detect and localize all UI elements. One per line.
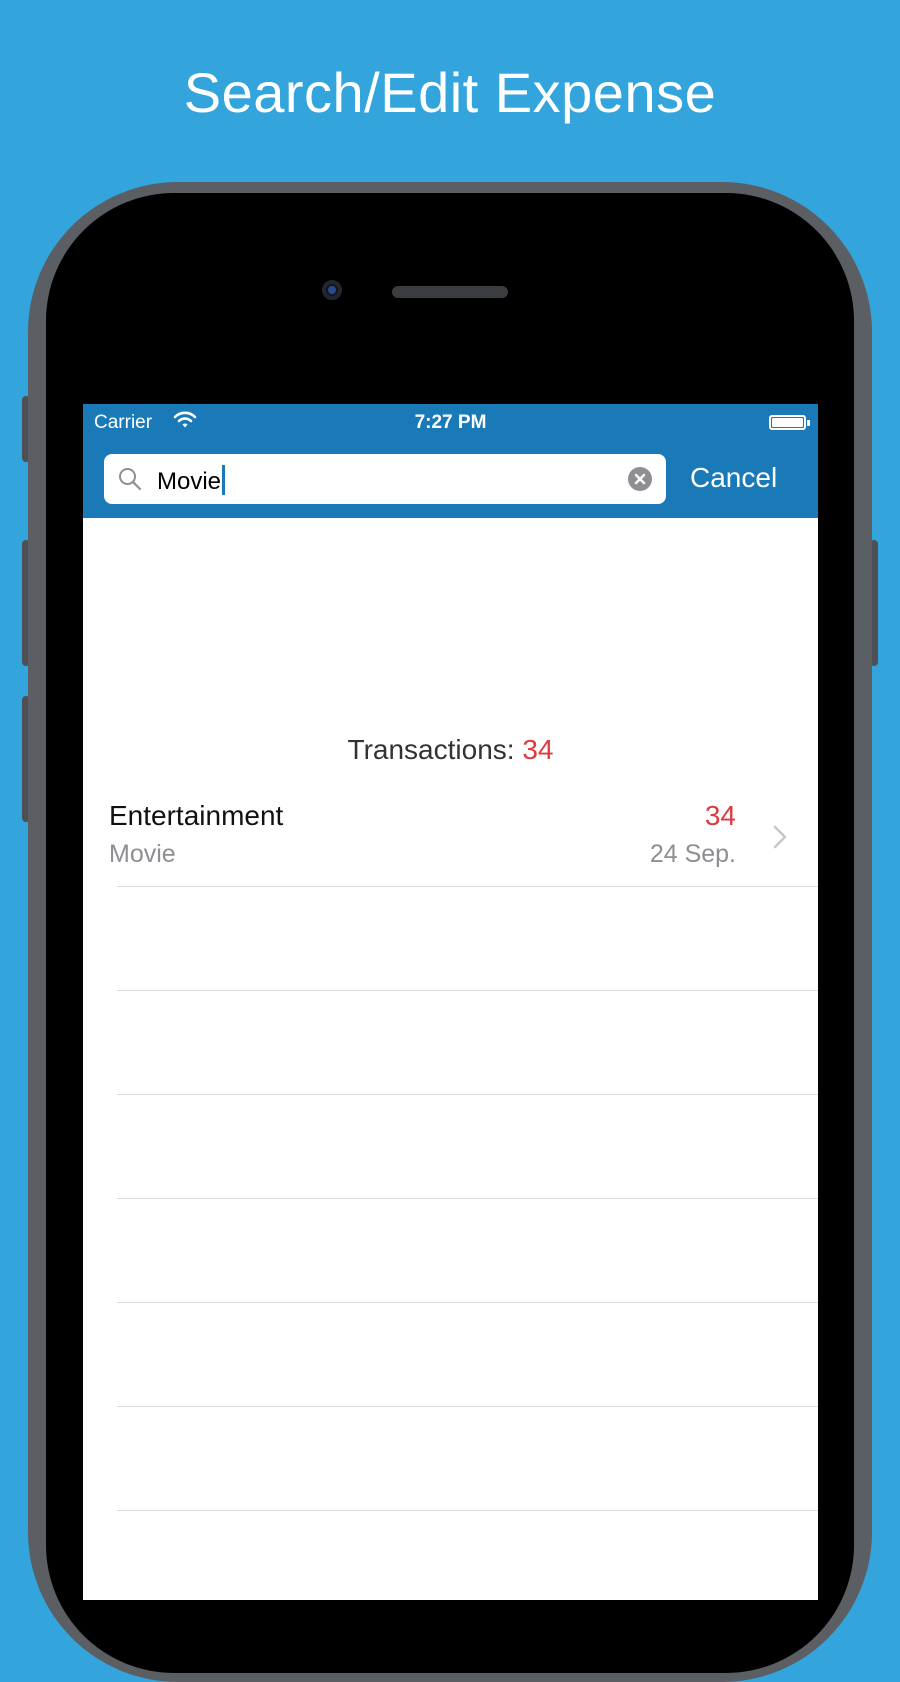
transactions-summary: Transactions: 34 [83,734,818,766]
search-icon [119,468,142,491]
transaction-category: Entertainment [109,800,284,831]
row-separator [117,1406,818,1407]
status-bar: Carrier 7:27 PM [83,404,818,444]
text-cursor [222,465,226,495]
transaction-date: 24 Sep. [649,840,736,868]
transactions-count: 34 [522,734,554,765]
row-separator [117,990,818,991]
row-separator [117,1094,818,1095]
chevron-right-icon [773,825,787,849]
row-separator [117,1198,818,1199]
transaction-amount: 34 [704,800,736,831]
search-navbar: Carrier 7:27 PM Movie Cancel [83,404,818,518]
search-input-text[interactable]: Movie [157,465,226,496]
row-separator [117,886,818,887]
cancel-button[interactable]: Cancel [690,462,777,494]
search-field[interactable]: Movie [104,454,666,504]
status-time: 7:27 PM [414,412,487,433]
row-separator [117,1510,818,1511]
row-separator [117,1302,818,1303]
front-camera [322,280,342,300]
transaction-row[interactable]: Entertainment Movie 34 24 Sep. [83,782,818,886]
transaction-note: Movie [109,840,176,868]
phone-screen: Carrier 7:27 PM Movie Cancel Transaction… [83,404,818,1600]
transactions-label: Transactions: [347,734,515,765]
clear-icon[interactable] [628,467,652,491]
earpiece-speaker [392,286,508,298]
battery-icon [769,415,806,430]
page-headline: Search/Edit Expense [183,61,717,124]
battery-tip [807,420,810,426]
